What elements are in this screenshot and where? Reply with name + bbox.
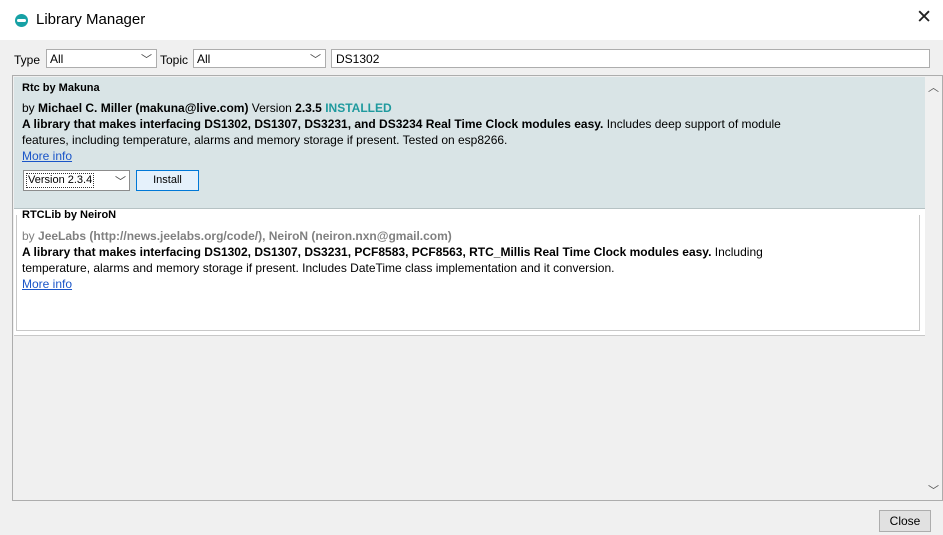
filter-bar: Type All ﹀ Topic All ﹀ DS1302 (0, 48, 943, 72)
library-item-rtc-makuna[interactable]: Rtc by Makuna by Michael C. Miller (maku… (14, 77, 926, 209)
library-description: A library that makes interfacing DS1302,… (22, 245, 763, 259)
more-info-link[interactable]: More info (22, 277, 72, 291)
library-title: RTCLib by NeiroN (22, 209, 119, 221)
library-title: Rtc by Makuna (22, 82, 100, 94)
chevron-down-icon: ﹀ (310, 54, 321, 66)
type-label: Type (14, 53, 41, 67)
window-title: Library Manager (36, 11, 146, 28)
search-input[interactable]: DS1302 (331, 49, 930, 68)
close-button[interactable]: Close (879, 510, 931, 532)
more-info-link[interactable]: More info (22, 149, 72, 163)
install-button[interactable]: Install (136, 170, 199, 191)
close-icon[interactable]: ✕ (916, 8, 932, 28)
scroll-up-icon[interactable]: ︿ (925, 79, 942, 95)
chevron-down-icon: ﹀ (141, 54, 152, 66)
library-byline: by Michael C. Miller (makuna@live.com) V… (22, 101, 392, 115)
library-list[interactable]: Rtc by Makuna by Michael C. Miller (maku… (12, 75, 943, 501)
library-description: A library that makes interfacing DS1302,… (22, 117, 781, 131)
library-description-line2: features, including temperature, alarms … (22, 133, 508, 147)
library-author: JeeLabs (http://news.jeelabs.org/code/),… (38, 229, 452, 243)
topic-label: Topic (160, 53, 189, 67)
search-value: DS1302 (336, 52, 380, 66)
vertical-scrollbar[interactable]: ︿ ﹀ (925, 76, 942, 500)
title-bar: Library Manager ✕ (0, 0, 943, 40)
library-version: 2.3.5 (295, 101, 322, 115)
type-dropdown[interactable]: All ﹀ (46, 49, 157, 68)
type-value: All (50, 52, 64, 66)
scroll-down-icon[interactable]: ﹀ (925, 482, 942, 498)
library-item-rtclib-neiron[interactable]: RTCLib by NeiroN by JeeLabs (http://news… (14, 209, 926, 336)
installed-badge: INSTALLED (325, 101, 392, 115)
library-byline: by JeeLabs (http://news.jeelabs.org/code… (22, 229, 452, 243)
topic-value: All (197, 52, 211, 66)
topic-dropdown[interactable]: All ﹀ (193, 49, 326, 68)
chevron-down-icon: ﹀ (115, 176, 126, 188)
arduino-icon (15, 14, 28, 27)
version-select-value: Version 2.3.4 (26, 173, 95, 188)
version-select[interactable]: Version 2.3.4 ﹀ (23, 170, 130, 191)
library-description-line2: temperature, alarms and memory storage i… (22, 261, 615, 275)
library-author: Michael C. Miller (makuna@live.com) (38, 101, 249, 115)
